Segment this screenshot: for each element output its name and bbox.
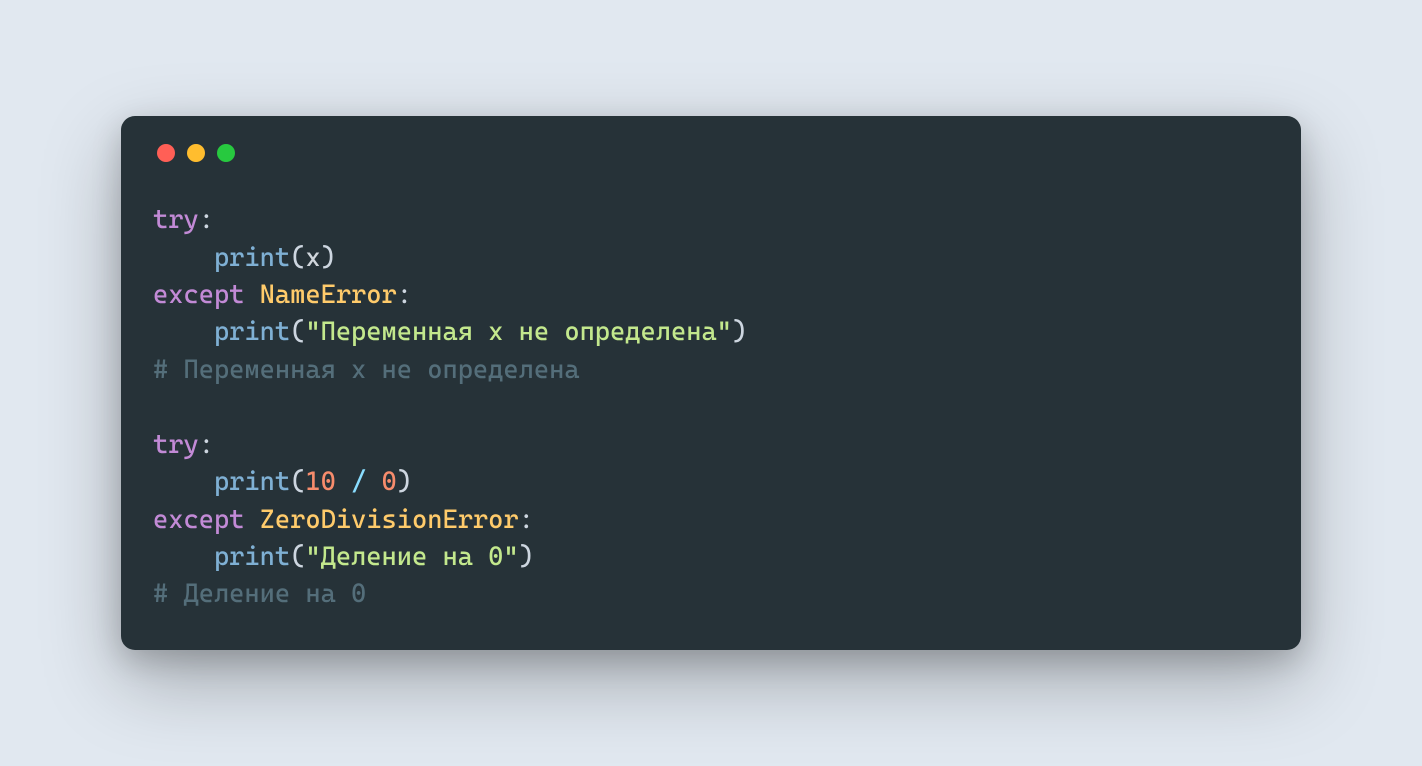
op-divide: /	[351, 467, 366, 497]
class-zerodivisionerror: ZeroDivisionError	[260, 505, 519, 535]
string-literal: "Деление на 0"	[305, 542, 518, 572]
fn-print: print	[214, 467, 290, 497]
keyword-try: try	[153, 430, 199, 460]
indent	[153, 467, 214, 497]
indent	[153, 243, 214, 273]
var-x: x	[305, 243, 320, 273]
window-titlebar	[157, 144, 1269, 162]
number-10: 10	[305, 467, 335, 497]
rparen: )	[321, 243, 336, 273]
fn-print: print	[214, 542, 290, 572]
keyword-except: except	[153, 280, 244, 310]
string-literal: "Переменная x не определена"	[305, 317, 732, 347]
lparen: (	[290, 467, 305, 497]
number-0: 0	[382, 467, 397, 497]
code-window: try: print(x) except NameError: print("П…	[121, 116, 1301, 650]
minimize-icon[interactable]	[187, 144, 205, 162]
indent	[153, 317, 214, 347]
close-icon[interactable]	[157, 144, 175, 162]
space	[244, 280, 259, 310]
lparen: (	[290, 243, 305, 273]
space	[244, 505, 259, 535]
lparen: (	[290, 317, 305, 347]
space	[366, 467, 381, 497]
colon: :	[397, 280, 412, 310]
rparen: )	[519, 542, 534, 572]
colon: :	[519, 505, 534, 535]
rparen: )	[397, 467, 412, 497]
colon: :	[199, 430, 214, 460]
indent	[153, 542, 214, 572]
keyword-except: except	[153, 505, 244, 535]
comment: # Переменная x не определена	[153, 355, 580, 385]
space	[336, 467, 351, 497]
maximize-icon[interactable]	[217, 144, 235, 162]
keyword-try: try	[153, 205, 199, 235]
comment: # Деление на 0	[153, 579, 366, 609]
code-block: try: print(x) except NameError: print("П…	[153, 202, 1269, 614]
lparen: (	[290, 542, 305, 572]
colon: :	[199, 205, 214, 235]
fn-print: print	[214, 317, 290, 347]
rparen: )	[732, 317, 747, 347]
fn-print: print	[214, 243, 290, 273]
class-nameerror: NameError	[260, 280, 397, 310]
